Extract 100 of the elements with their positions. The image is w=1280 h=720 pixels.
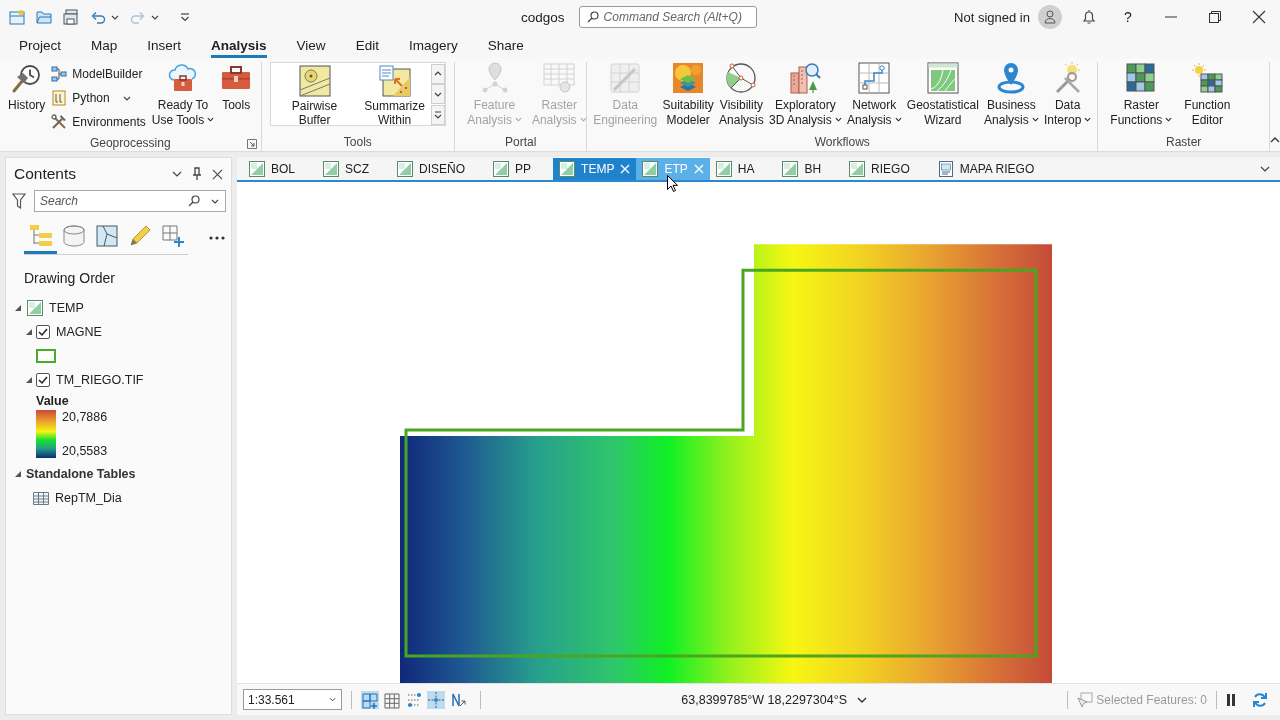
ribbon-button[interactable]: Raster Functions: [1108, 62, 1175, 128]
gallery-tool-button[interactable]: Summarize Within: [358, 65, 431, 127]
document-tab[interactable]: TEMP: [553, 158, 637, 180]
sign-in-status[interactable]: Not signed in: [954, 9, 1030, 25]
tree-item-label[interactable]: TEMP: [49, 301, 84, 315]
save-icon[interactable]: [63, 9, 79, 25]
map-icon: [493, 161, 510, 177]
caret-icon[interactable]: [111, 14, 119, 20]
pencil-icon: [127, 224, 152, 248]
more-icon[interactable]: [209, 235, 225, 240]
ribbon-button[interactable]: Python: [49, 86, 148, 110]
cloud-toolbox-icon: [166, 62, 199, 94]
ribbon-button[interactable]: Function Editor: [1182, 62, 1233, 128]
tree-item-label[interactable]: Standalone Tables: [26, 467, 136, 481]
dialog-launcher-icon[interactable]: [246, 139, 257, 149]
legend-value: 20,7886: [62, 410, 108, 424]
ribbon-button[interactable]: Exploratory 3D Analysis: [766, 62, 844, 128]
caret-icon[interactable]: [151, 14, 159, 20]
document-tab[interactable]: PP: [487, 158, 554, 180]
tree-item-label[interactable]: RepTM_Dia: [55, 491, 122, 505]
expand-gallery-icon[interactable]: [430, 104, 445, 125]
layer-list-icon: [28, 224, 53, 248]
dotted-nodes-icon[interactable]: [405, 690, 423, 709]
ribbon-button[interactable]: Visibility Analysis: [717, 62, 766, 128]
map-selection-icon: [94, 224, 119, 248]
map-icon: [323, 161, 339, 177]
polygon-symbol-icon[interactable]: [36, 349, 56, 363]
tree-item-label[interactable]: MAGNE: [56, 325, 102, 339]
search-field[interactable]: Search: [34, 190, 226, 212]
ribbon-tab[interactable]: Imagery: [408, 34, 458, 58]
ribbon-tab[interactable]: View: [296, 34, 326, 58]
ribbon-button[interactable]: History: [6, 62, 48, 113]
expand-triangle-icon[interactable]: [14, 304, 22, 312]
checkbox[interactable]: [36, 373, 50, 387]
map-icon: [642, 161, 659, 177]
grid-snap-icon[interactable]: [361, 690, 379, 709]
customize-icon[interactable]: [180, 12, 190, 22]
pin-icon[interactable]: [192, 167, 202, 181]
gallery-tool-button[interactable]: Pairwise Buffer: [278, 65, 351, 127]
tree-item-label[interactable]: TM_RIEGO.TIF: [56, 373, 144, 387]
wrench-hammer-icon: [51, 114, 68, 130]
command-search-field[interactable]: Command Search (Alt+Q): [578, 6, 757, 28]
pane-title: Contents: [14, 165, 78, 183]
ribbon-button[interactable]: Suitability Modeler: [660, 62, 716, 128]
expand-triangle-icon[interactable]: [14, 470, 22, 478]
caret-icon[interactable]: [1260, 166, 1270, 172]
expand-triangle-icon[interactable]: [25, 376, 33, 384]
ribbon-button[interactable]: ModelBuilder: [49, 62, 148, 86]
document-tab[interactable]: RIEGO: [843, 158, 932, 180]
layout-page-icon: [937, 161, 954, 177]
section-heading: Drawing Order: [24, 270, 117, 288]
crosshair-lines-icon[interactable]: [427, 690, 445, 709]
document-tab[interactable]: SCZ: [317, 158, 391, 180]
ribbon-tab[interactable]: Edit: [355, 34, 379, 58]
ribbon-button[interactable]: Network Analysis: [844, 62, 904, 128]
checkbox[interactable]: [36, 325, 50, 339]
ribbon-tab[interactable]: Insert: [147, 34, 182, 58]
document-tab[interactable]: MAPA RIEGO: [931, 158, 1057, 180]
document-tab[interactable]: BOL: [243, 158, 317, 180]
close-icon[interactable]: [1252, 10, 1266, 24]
selection-icon: [1077, 691, 1094, 708]
document-tab[interactable]: HA: [709, 158, 777, 180]
document-tab[interactable]: BH: [776, 158, 844, 180]
refresh-icon[interactable]: [1252, 691, 1268, 708]
expand-triangle-icon[interactable]: [25, 328, 33, 336]
restore-icon[interactable]: [1208, 10, 1222, 24]
caret-icon[interactable]: [211, 199, 219, 204]
ribbon-button[interactable]: Data Interop: [1041, 62, 1094, 128]
ribbon-tab[interactable]: Project: [19, 34, 62, 58]
ribbon-tab[interactable]: Map: [91, 34, 118, 58]
document-tab[interactable]: DISEÑO: [391, 158, 488, 180]
avatar-icon[interactable]: [1038, 5, 1062, 29]
pause-icon[interactable]: [1226, 692, 1236, 707]
collapse-ribbon-icon[interactable]: [1270, 137, 1280, 143]
buildings-magnifier-icon: [789, 62, 822, 94]
grid-route-icon: [858, 62, 891, 94]
new-project-icon[interactable]: [9, 9, 25, 25]
bell-icon[interactable]: [1082, 9, 1096, 25]
scale-combobox[interactable]: 1:33.561: [243, 689, 342, 710]
ribbon-button[interactable]: Business Analysis: [982, 62, 1041, 128]
ribbon-button[interactable]: Tools: [218, 62, 255, 113]
help-button[interactable]: ?: [1122, 9, 1134, 25]
ribbon-button[interactable]: Geostatistical Wizard: [904, 62, 981, 128]
close-icon[interactable]: [212, 168, 223, 180]
search-icon: [188, 195, 200, 207]
caret-icon[interactable]: [857, 696, 867, 703]
grid-plus-icon: [160, 224, 185, 248]
caret-icon[interactable]: [172, 171, 182, 177]
group-label: Raster: [1166, 135, 1202, 149]
contour-map-icon: [926, 62, 959, 94]
map-icon: [559, 161, 576, 177]
filter-icon[interactable]: [12, 193, 26, 209]
ribbon-tab[interactable]: Share: [487, 34, 524, 58]
ribbon-button[interactable]: Environments: [49, 110, 148, 134]
ribbon-button[interactable]: Ready To Use Tools: [149, 62, 217, 128]
folder-icon[interactable]: [36, 9, 52, 25]
group-label: Portal: [505, 135, 537, 149]
flowchart-icon: [51, 66, 68, 82]
undo-icon[interactable]: [90, 9, 106, 25]
grid-icon[interactable]: [383, 690, 401, 709]
